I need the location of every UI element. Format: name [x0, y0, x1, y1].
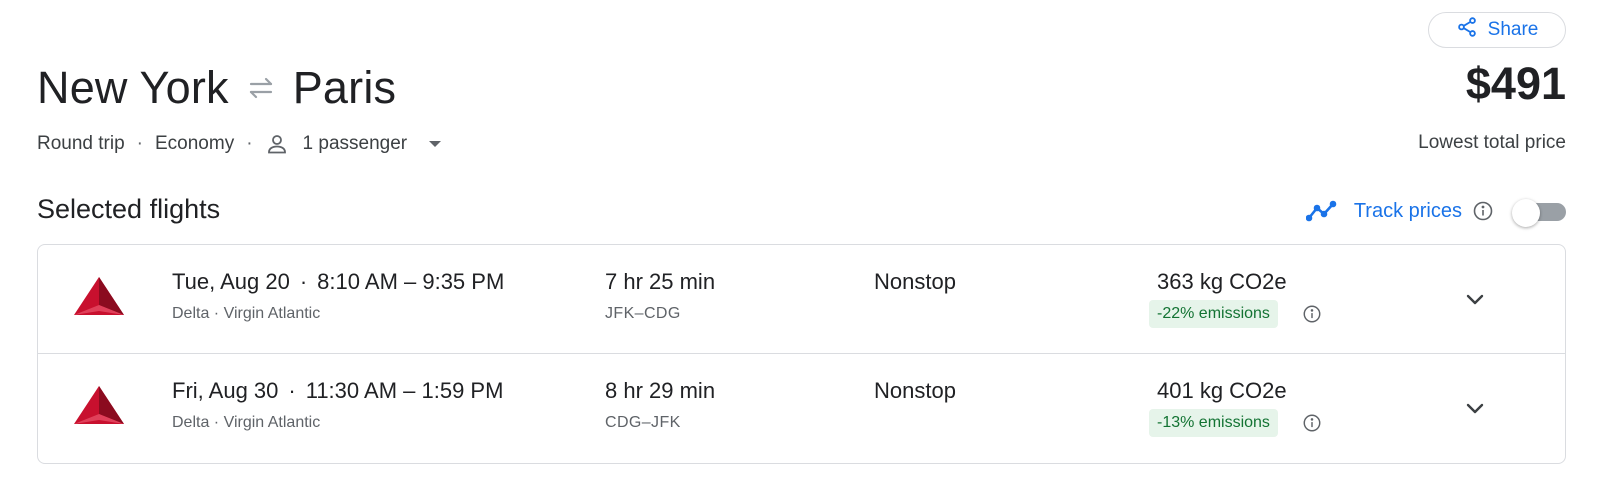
person-icon: [265, 132, 303, 156]
share-button-label: Share: [1487, 19, 1539, 40]
delta-logo-icon: [72, 384, 126, 428]
flight-schedule: Tue, Aug 20 · 8:10 AM – 9:35 PM: [172, 269, 504, 295]
flight-route: JFK–CDG: [605, 305, 681, 322]
separator-dot: ·: [246, 133, 253, 154]
info-icon[interactable]: [1472, 200, 1494, 222]
emissions-badge: -13% emissions: [1149, 409, 1278, 437]
flight-emissions: 363 kg CO2e: [1157, 269, 1287, 294]
trending-line-icon: [1305, 199, 1340, 223]
flight-stops: Nonstop: [874, 269, 956, 294]
delta-logo-icon: [72, 275, 126, 319]
destination-city: Paris: [292, 62, 397, 113]
toggle-thumb: [1512, 199, 1540, 227]
trip-type: Round trip: [37, 133, 125, 154]
section-title: Selected flights: [37, 194, 221, 224]
flight-stops: Nonstop: [874, 378, 956, 403]
separator-dot: ·: [136, 133, 143, 154]
flight-airlines: Delta · Virgin Atlantic: [172, 414, 321, 431]
flight-date: Fri, Aug 30: [172, 378, 279, 403]
cabin-class: Economy: [155, 133, 235, 154]
info-icon[interactable]: [1302, 304, 1322, 329]
separator-dot: ·: [299, 269, 308, 294]
share-icon: [1456, 16, 1478, 44]
chevron-down-icon[interactable]: [1460, 285, 1490, 315]
emissions-badge: -22% emissions: [1149, 300, 1278, 328]
trip-options: Round trip · Economy · 1 passenger: [37, 132, 443, 156]
flight-emissions: 401 kg CO2e: [1157, 378, 1287, 403]
selected-flights-list: Tue, Aug 20 · 8:10 AM – 9:35 PM Delta · Vi…: [37, 244, 1566, 464]
track-prices-label[interactable]: Track prices: [1354, 200, 1462, 223]
flight-date: Tue, Aug 20: [172, 269, 290, 294]
share-button[interactable]: Share: [1428, 12, 1566, 48]
price-caption: Lowest total price: [1418, 132, 1566, 153]
flight-time-range: 11:30 AM – 1:59 PM: [305, 378, 504, 403]
origin-city: New York: [37, 62, 229, 113]
passenger-count: 1 passenger: [302, 133, 408, 154]
flight-schedule: Fri, Aug 30 · 11:30 AM – 1:59 PM: [172, 378, 503, 404]
flight-time-range: 8:10 AM – 9:35 PM: [317, 269, 505, 294]
chevron-down-icon[interactable]: [1460, 394, 1490, 424]
info-icon[interactable]: [1302, 413, 1322, 438]
track-prices-toggle[interactable]: [1512, 199, 1566, 227]
flight-airlines: Delta · Virgin Atlantic: [172, 305, 321, 322]
caret-down-icon: [427, 136, 443, 152]
passenger-selector[interactable]: 1 passenger: [265, 132, 444, 156]
total-price: $491: [1465, 58, 1566, 109]
flight-row-outbound[interactable]: Tue, Aug 20 · 8:10 AM – 9:35 PM Delta · Vi…: [38, 245, 1565, 354]
flight-route: CDG–JFK: [605, 414, 681, 431]
flight-row-return[interactable]: Fri, Aug 30 · 11:30 AM – 1:59 PM Delta · V…: [38, 354, 1565, 463]
separator-dot: ·: [288, 378, 296, 403]
flight-duration: 7 hr 25 min: [605, 269, 716, 294]
route-title: New York Paris: [37, 58, 396, 118]
track-prices: Track prices: [1305, 196, 1566, 227]
flight-duration: 8 hr 29 min: [605, 378, 716, 403]
swap-arrows-icon: [243, 70, 279, 106]
